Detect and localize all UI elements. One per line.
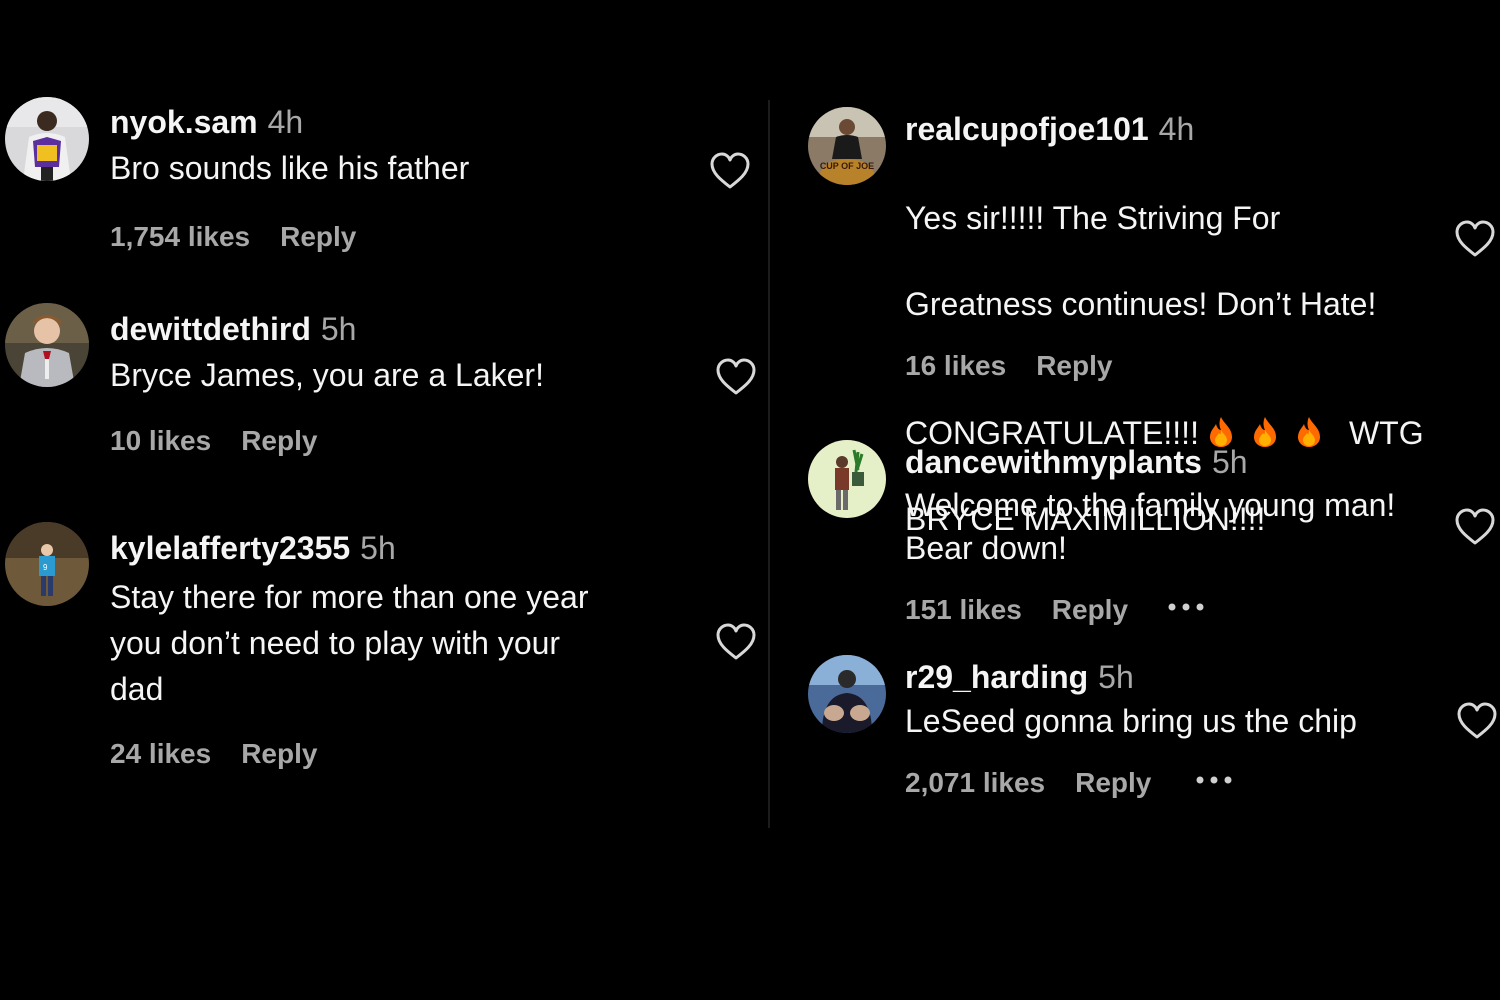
username[interactable]: r29_harding [905,659,1088,695]
more-options-icon[interactable] [1167,600,1207,614]
comment-realcupofjoe101: CUP OF JOE realcupofjoe101 4h Yes sir!!!!… [808,107,1498,537]
likes-count[interactable]: 24 likes [110,738,211,769]
heart-outline-icon[interactable] [709,151,751,191]
reply-button[interactable]: Reply [241,425,317,456]
reply-button[interactable]: Reply [241,738,317,769]
heart-outline-icon[interactable] [715,622,757,662]
heart-outline-icon[interactable] [715,357,757,397]
column-divider [768,100,770,828]
comment-text: Bryce James, you are a Laker! [110,357,544,393]
avatar[interactable] [808,655,886,733]
heart-outline-icon[interactable] [1454,507,1496,547]
comment-text: LeSeed gonna bring us the chip [905,703,1357,739]
timestamp: 4h [1158,111,1195,147]
comment-text: Bro sounds like his father [110,150,470,186]
likes-count[interactable]: 16 likes [905,350,1006,381]
comment-r29-harding: r29_harding 5h LeSeed gonna bring us the … [808,655,1498,815]
avatar[interactable]: CUP OF JOE [808,107,886,185]
timestamp: 5h [1098,659,1134,695]
timestamp: 4h [267,104,304,140]
comment-text: Stay there for more than one year you do… [110,579,589,707]
username[interactable]: dewittdethird [110,311,311,347]
more-options-icon[interactable] [1195,773,1235,787]
comment-dancewithmyplants: dancewithmyplants 5h Welcome to the famil… [808,440,1498,640]
avatar-logo-text: CUP OF JOE [820,161,874,171]
comment-text: Welcome to the family young man! Bear do… [905,487,1396,566]
reply-button[interactable]: Reply [1075,767,1151,798]
comment-text-line: Greatness continues! Don’t Hate! [905,286,1377,322]
username[interactable]: dancewithmyplants [905,444,1202,480]
timestamp: 5h [1211,444,1248,480]
comment-nyok-sam: nyok.sam 4h Bro sounds like his father 1,… [5,97,765,267]
timestamp: 5h [320,311,357,347]
heart-outline-icon[interactable] [1456,701,1498,741]
reply-button[interactable]: Reply [1036,350,1112,381]
comment-dewittdethird: dewittdethird 5h Bryce James, you are a L… [5,303,765,463]
svg-text:9: 9 [43,563,48,572]
username[interactable]: kylelafferty2355 [110,530,350,566]
comment-kylelafferty2355: 9 kylelafferty2355 5h Stay there for more… [5,522,765,782]
reply-button[interactable]: Reply [280,221,356,252]
avatar[interactable]: 9 [5,522,89,606]
avatar[interactable] [808,440,886,518]
likes-count[interactable]: 1,754 likes [110,221,250,252]
likes-count[interactable]: 151 likes [905,594,1022,625]
avatar[interactable] [5,303,89,387]
comment-text-line: Yes sir!!!!! The Striving For [905,200,1281,236]
heart-outline-icon[interactable] [1454,219,1496,259]
username[interactable]: realcupofjoe101 [905,111,1149,147]
reply-button[interactable]: Reply [1052,594,1128,625]
avatar[interactable] [5,97,89,181]
likes-count[interactable]: 10 likes [110,425,211,456]
timestamp: 5h [360,530,396,566]
likes-count[interactable]: 2,071 likes [905,767,1045,798]
username[interactable]: nyok.sam [110,104,258,140]
